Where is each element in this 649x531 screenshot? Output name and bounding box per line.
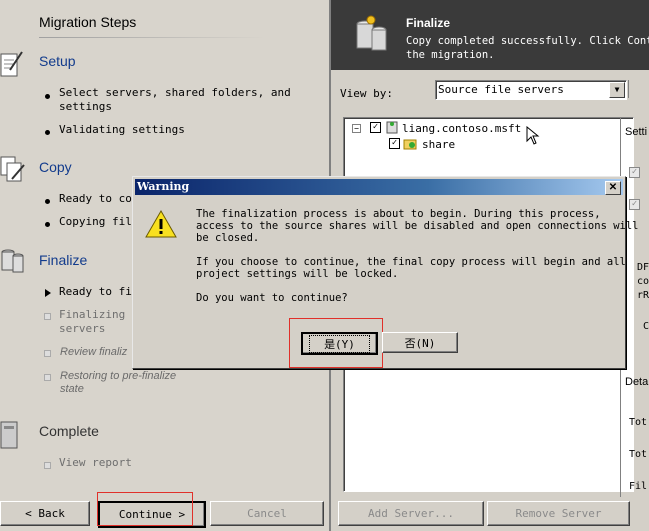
settings-label: Setti — [625, 126, 648, 138]
dialog-question: Do you want to continue? — [196, 292, 348, 304]
pending-step-icon — [44, 374, 51, 381]
step-complete-bullet — [45, 199, 50, 204]
option-checkbox[interactable]: ✓ — [629, 167, 640, 178]
step-finalizing-servers-cont: servers — [59, 322, 106, 335]
copy-icon — [0, 156, 25, 182]
df-label: DF — [637, 262, 649, 273]
step-restoring-cont: state — [60, 383, 84, 395]
step-copying-files: Copying file — [59, 215, 139, 228]
pending-step-icon — [44, 350, 51, 357]
c-label: C — [643, 321, 649, 332]
finalize-icon — [1, 249, 24, 273]
dialog-title: Warning — [137, 180, 190, 193]
co-label: co — [637, 276, 649, 287]
step-validating-settings: Validating settings — [59, 123, 185, 136]
dialog-message-line: be closed. — [196, 232, 260, 244]
dialog-message-line: access to the source shares will be disa… — [196, 220, 639, 232]
step-finalizing-servers: Finalizing s — [59, 308, 139, 321]
details-label: Deta — [625, 376, 649, 388]
collapse-icon[interactable]: − — [352, 124, 361, 133]
no-button[interactable]: 否(N) — [382, 332, 458, 353]
pending-step-icon — [44, 462, 51, 469]
step-ready-to-finalize: Ready to fin — [59, 285, 139, 298]
server-icon — [386, 121, 398, 134]
dropdown-arrow-icon[interactable]: ▼ — [609, 82, 625, 98]
yes-button-label: 是(Y) — [309, 334, 370, 353]
total-label-1: Tot — [629, 417, 648, 428]
step-select-servers: Select servers, shared folders, and — [59, 86, 291, 99]
view-by-label: View by: — [340, 87, 393, 100]
dialog-message-line: If you choose to continue, the final cop… — [196, 256, 626, 268]
step-complete-bullet — [45, 222, 50, 227]
dialog-message-line: The finalization process is about to beg… — [196, 208, 601, 220]
setup-icon — [0, 51, 23, 77]
mouse-cursor-icon — [526, 126, 540, 145]
remove-server-button[interactable]: Remove Server — [487, 501, 630, 526]
cancel-button[interactable]: Cancel — [210, 501, 324, 526]
details-group: Deta Tot Tot Fil — [620, 367, 649, 497]
finalize-header-title: Finalize — [406, 16, 451, 30]
dialog-title-bar[interactable]: Warning ✕ — [135, 179, 623, 195]
warning-icon — [145, 209, 177, 238]
section-copy-title: Copy — [39, 159, 72, 175]
step-select-servers-cont: settings — [59, 100, 112, 113]
dialog-message-line: project settings will be locked. — [196, 268, 399, 280]
complete-icon — [0, 421, 18, 449]
step-ready-to-copy: Ready to cop — [59, 192, 139, 205]
section-finalize-title: Finalize — [39, 252, 88, 268]
finalize-header-desc-cont: the migration. — [406, 49, 495, 61]
back-button[interactable]: < Back — [0, 501, 90, 526]
step-complete-bullet — [45, 130, 50, 135]
close-icon[interactable]: ✕ — [605, 181, 621, 195]
pending-step-icon — [44, 313, 51, 320]
step-restoring: Restoring to pre-finalize — [60, 370, 177, 382]
title-divider — [39, 37, 265, 38]
current-step-arrow-icon — [45, 289, 51, 297]
option-checkbox[interactable]: ✓ — [629, 199, 640, 210]
finalize-header-icon — [356, 15, 387, 51]
finalize-header: Finalize Copy completed successfully. Cl… — [331, 0, 649, 70]
step-view-report: View report — [59, 456, 132, 469]
section-complete-title: Complete — [39, 423, 99, 439]
warning-dialog: Warning ✕ The finalization process is ab… — [132, 176, 639, 369]
rr-label: rR — [637, 290, 649, 301]
share-checkbox[interactable]: ✓ — [389, 138, 400, 149]
add-server-button[interactable]: Add Server... — [338, 501, 484, 526]
total-label-2: Tot — [629, 449, 648, 460]
finalize-header-desc: Copy completed successfully. Click Conti… — [406, 35, 649, 47]
files-label: Fil — [629, 481, 648, 492]
share-name[interactable]: share — [422, 138, 455, 151]
yes-button[interactable]: 是(Y) — [301, 332, 378, 355]
step-complete-bullet — [45, 94, 50, 99]
step-review-finalize: Review finaliz — [60, 346, 128, 358]
server-checkbox[interactable]: ✓ — [370, 122, 381, 133]
migration-steps-title: Migration Steps — [39, 14, 137, 30]
continue-highlight-box — [97, 492, 193, 526]
server-name[interactable]: liang.contoso.msft — [402, 122, 521, 135]
view-by-value: Source file servers — [438, 83, 564, 96]
share-folder-icon — [403, 139, 417, 150]
view-by-extra — [628, 80, 649, 98]
view-by-select[interactable]: Source file servers ▼ — [435, 80, 627, 100]
section-setup-title: Setup — [39, 53, 76, 69]
